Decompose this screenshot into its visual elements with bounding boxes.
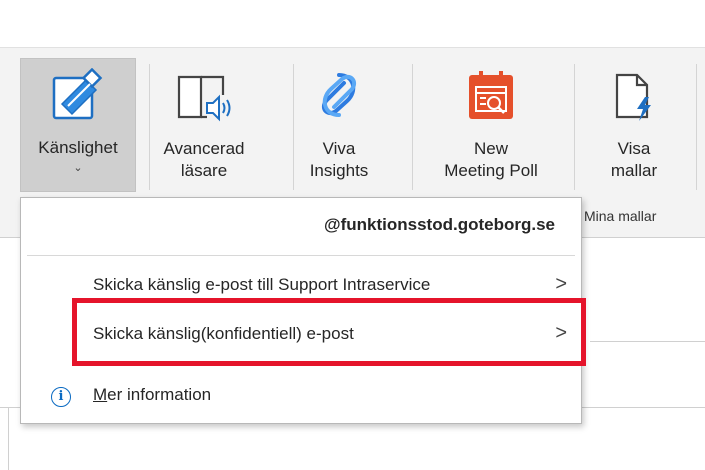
sensitivity-button[interactable]: Känslighet ⌄ — [20, 58, 136, 192]
menu-item-label: Skicka känslig e-post till Support Intra… — [93, 275, 431, 294]
ribbon-separator — [696, 64, 697, 190]
accelerator-letter: M — [93, 385, 108, 404]
ribbon-separator — [293, 64, 294, 190]
dropdown-header: @funktionsstod.goteborg.se — [324, 215, 555, 234]
more-info-label: er information — [107, 385, 212, 404]
ribbon-separator — [412, 64, 413, 190]
meeting-poll-label: New Meeting Poll — [444, 139, 538, 180]
immersive-reader-icon — [173, 66, 235, 124]
chevron-right-icon: > — [555, 273, 567, 295]
chevron-down-icon: ⌄ — [73, 162, 83, 174]
title-area — [0, 0, 705, 47]
immersive-reader-label: Avancerad läsare — [163, 139, 245, 180]
menu-item-more-info[interactable]: Mer information — [93, 385, 211, 405]
meeting-poll-icon — [466, 66, 516, 124]
immersive-reader-button[interactable]: Avancerad läsare — [156, 58, 252, 192]
view-templates-button[interactable]: Visa mallar — [586, 58, 682, 192]
highlight-box — [72, 298, 586, 366]
divider — [590, 341, 705, 342]
dropdown-separator — [27, 255, 575, 256]
viva-insights-button[interactable]: Viva Insights — [300, 58, 378, 192]
sensitivity-icon — [50, 67, 106, 125]
templates-icon — [609, 66, 659, 124]
ribbon-separator — [574, 64, 575, 190]
meeting-poll-button[interactable]: New Meeting Poll — [418, 58, 564, 192]
ribbon-separator — [149, 64, 150, 190]
viva-insights-label: Viva Insights — [309, 139, 369, 180]
view-templates-label: Visa mallar — [610, 139, 658, 180]
viva-insights-icon — [314, 66, 364, 124]
info-icon: i — [51, 387, 71, 407]
sensitivity-label: Känslighet — [38, 138, 118, 157]
divider — [8, 407, 9, 470]
group-label-mina-mallar: Mina mallar — [584, 208, 657, 224]
